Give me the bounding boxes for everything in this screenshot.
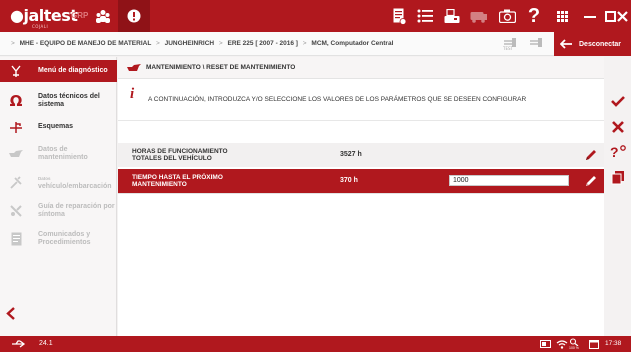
main-panel: MANTENIMIENTO \ RESET DE MANTENIMIENTO i… (118, 57, 604, 336)
accept-button[interactable] (609, 92, 627, 110)
edit-icon[interactable] (584, 148, 598, 162)
main-header: MANTENIMIENTO \ RESET DE MANTENIMIENTO (118, 57, 604, 79)
copy-icon (611, 170, 624, 184)
wrench-screwdriver-icon (8, 175, 24, 191)
diagnostic-menu-icon (8, 63, 24, 79)
breadcrumb-separator: > (156, 40, 160, 47)
sidebar-item-label: vehículo/embarcación (38, 183, 112, 190)
breadcrumb-item-category[interactable]: MHE - EQUIPO DE MANEJO DE MATERIAL (20, 40, 152, 47)
report-icon[interactable] (389, 0, 409, 32)
parameter-row: HORAS DE FUNCIONAMIENTO TOTALES DEL VEHÍ… (118, 143, 604, 167)
omega-icon: Ω (9, 92, 23, 110)
schematics-icon (8, 119, 24, 135)
close-icon[interactable] (612, 0, 631, 32)
empty-area (118, 193, 604, 336)
disconnect-label: Desconectar (579, 40, 622, 48)
breadcrumb-separator: > (302, 40, 307, 47)
breadcrumb-bar: > MHE - EQUIPO DE MANEJO DE MATERIAL > J… (0, 32, 631, 56)
sidebar-item-label: Menú de diagnóstico (38, 67, 108, 74)
breadcrumb: > MHE - EQUIPO DE MANEJO DE MATERIAL > J… (8, 40, 393, 47)
test-connector-icon: TEST (500, 28, 520, 56)
clock: 17:38 (605, 340, 622, 347)
parameter-name: TIEMPO HASTA EL PRÓXIMO (132, 174, 223, 181)
info-banner: i A CONTINUACIÓN, INTRODUZCA Y/O SELECCI… (118, 79, 604, 121)
parameter-input[interactable] (449, 175, 569, 186)
apps-grid-icon[interactable] (552, 0, 572, 32)
sidebar-item-procedures: Comunicados y Procedimientos (0, 226, 117, 252)
sidebar-item-prefix: Datos (38, 176, 51, 181)
sidebar-item-label: Comunicados y Procedimientos (38, 231, 91, 246)
parameter-name: TOTALES DEL VEHÍCULO (132, 155, 212, 162)
check-icon (611, 95, 625, 107)
parameter-name: HORAS DE FUNCIONAMIENTO (132, 148, 228, 155)
alert-icon[interactable] (118, 0, 150, 32)
svg-text:TEST: TEST (502, 46, 514, 50)
breadcrumb-item-model[interactable]: ERE 225 [ 2007 - 2016 ] (228, 40, 298, 47)
calendar-icon[interactable] (589, 339, 599, 349)
logo-dot: ● (10, 6, 24, 25)
sidebar-item-schematics[interactable]: Esquemas (0, 117, 117, 137)
print-icon[interactable] (442, 0, 462, 32)
grp-label: GRP (71, 11, 89, 20)
connector-icon (526, 28, 546, 56)
minimize-icon[interactable] (580, 0, 600, 32)
arrow-left-icon (560, 39, 572, 49)
sidebar-item-vehicle-data: Datos vehículo/embarcación (0, 170, 117, 196)
logo-text: jaltest (23, 6, 78, 25)
back-button[interactable] (6, 307, 20, 321)
breadcrumb-item-system[interactable]: MCM, Computador Central (311, 40, 393, 47)
oil-can-icon (127, 64, 141, 71)
help-info-button[interactable]: ? (609, 142, 627, 160)
sidebar-item-label: Esquemas (38, 123, 74, 130)
list-icon[interactable] (415, 0, 435, 32)
svg-text:?: ? (610, 144, 619, 159)
document-icon (8, 231, 24, 247)
parameter-value: 3527 h (340, 151, 362, 158)
sidebar-item-label: Datos de mantenimiento (38, 146, 88, 161)
breadcrumb-separator: > (218, 40, 223, 47)
action-bar: ? (604, 57, 631, 336)
sidebar-item-diagnostic-menu[interactable]: Menú de diagnóstico (0, 60, 117, 82)
edit-icon[interactable] (584, 174, 598, 188)
jaltest-logo: ●jaltest COJALI (10, 6, 78, 29)
info-text: A CONTINUACIÓN, INTRODUZCA Y/O SELECCION… (148, 96, 527, 103)
chevron-left-icon (6, 307, 15, 320)
sidebar-item-maintenance-data: Datos de mantenimiento (0, 141, 117, 167)
disconnect-button[interactable]: Desconectar (554, 32, 631, 56)
wifi-icon (556, 339, 568, 349)
info-icon: i (130, 86, 135, 102)
vehicle-icon (468, 0, 490, 32)
battery-icon (540, 339, 552, 349)
sidebar: Menú de diagnóstico Ω Datos técnicos del… (0, 57, 117, 336)
info-question-icon: ? (610, 144, 626, 159)
people-group-icon[interactable] (92, 0, 114, 32)
parameter-name: MANTENIMIENTO (132, 181, 187, 188)
zoom-percent: 100 % (569, 346, 579, 350)
parameter-value: 370 h (340, 177, 358, 184)
sidebar-item-repair-guide: Guía de reparación por síntoma (0, 198, 117, 224)
sidebar-item-label: Datos técnicos del sistema (38, 93, 100, 108)
page-title: MANTENIMIENTO \ RESET DE MANTENIMIENTO (146, 64, 296, 71)
version-label: 24.1 (39, 340, 53, 347)
copy-button[interactable] (609, 168, 627, 186)
usb-icon (12, 340, 26, 348)
cancel-button[interactable] (609, 118, 627, 136)
oil-can-icon (8, 146, 24, 162)
sidebar-item-label: Guía de reparación por síntoma (38, 203, 115, 218)
breadcrumb-item-brand[interactable]: JUNGHEINRICH (165, 40, 214, 47)
status-bar: 24.1 100 % 17:38 (0, 336, 631, 352)
logo-subtext: COJALI (32, 24, 49, 29)
zoom-icon: 100 % (569, 338, 579, 350)
sidebar-item-technical-data[interactable]: Ω Datos técnicos del sistema (0, 88, 117, 114)
repair-guide-icon (8, 203, 24, 219)
breadcrumb-separator: > (11, 40, 15, 47)
cross-icon (612, 121, 624, 133)
parameter-row-selected[interactable]: TIEMPO HASTA EL PRÓXIMO MANTENIMIENTO 37… (118, 169, 604, 193)
